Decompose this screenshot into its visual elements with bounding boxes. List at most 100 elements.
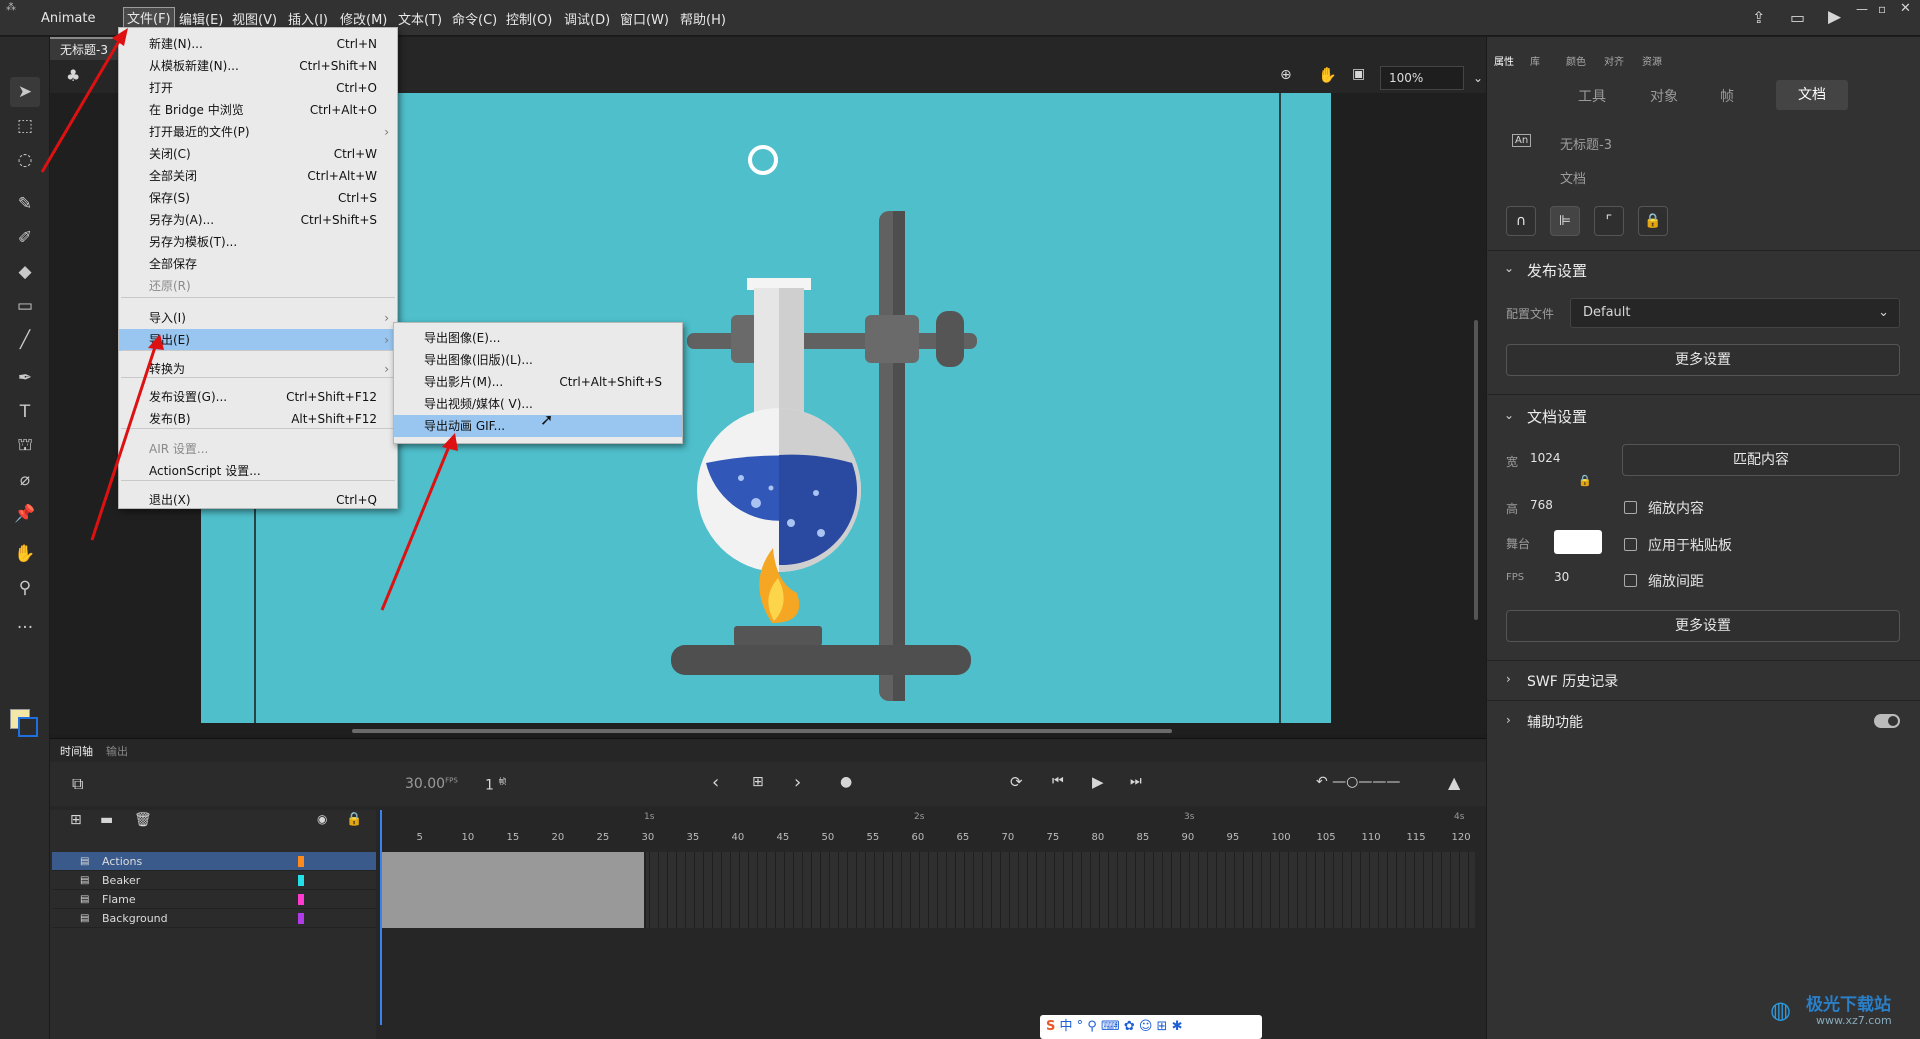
play-icon[interactable]: ▶ xyxy=(1092,773,1104,791)
tab-document[interactable]: 文档 xyxy=(1776,80,1848,110)
horizontal-scrollbar[interactable] xyxy=(352,729,1172,733)
menu-window[interactable]: 窗口(W) xyxy=(620,9,669,28)
collapse-chevron-icon[interactable]: ⌄ xyxy=(1504,408,1514,422)
file-menu-item[interactable]: 新建(N)... Ctrl+N xyxy=(119,33,397,55)
swf-history-title[interactable]: SWF 历史记录 xyxy=(1527,671,1618,691)
prev-keyframe-icon[interactable]: ‹ xyxy=(712,772,719,793)
rectangle-icon[interactable]: ▭ xyxy=(10,291,40,321)
zoom-select[interactable]: 100% ⌄ xyxy=(1380,66,1483,90)
share-icon[interactable]: ⇪ xyxy=(1752,8,1765,27)
clip-icon[interactable]: ▣ xyxy=(1352,66,1365,82)
file-menu-item[interactable]: ActionScript 设置... xyxy=(119,460,397,482)
mountain-icon[interactable]: ▲ xyxy=(1448,773,1460,792)
center-stage-icon[interactable]: ⊕ xyxy=(1280,67,1292,83)
accessibility-toggle[interactable] xyxy=(1874,714,1900,728)
scale-spacing-checkbox[interactable] xyxy=(1624,574,1637,587)
profile-select[interactable]: Default ⌄ xyxy=(1570,298,1900,328)
hand-icon[interactable]: ✋ xyxy=(10,539,40,569)
more-settings-button[interactable]: 更多设置 xyxy=(1506,344,1900,376)
export-menu-item[interactable]: 导出视频/媒体( V)... xyxy=(394,393,682,415)
file-menu-item[interactable]: 发布设置(G)... Ctrl+Shift+F12 xyxy=(119,386,397,408)
panel-tab[interactable]: 对齐 xyxy=(1604,53,1624,68)
snap-icon[interactable]: ∩ xyxy=(1506,206,1536,236)
file-menu-item[interactable]: 打开最近的文件(P) › xyxy=(119,121,397,143)
layer-row[interactable]: ▤ Flame xyxy=(52,890,376,909)
eyedropper-icon[interactable]: ⌀ xyxy=(10,465,40,495)
collapse-chevron-icon[interactable]: ⌄ xyxy=(1504,261,1514,275)
expand-chevron-icon[interactable]: › xyxy=(1506,713,1511,727)
document-tab[interactable]: 无标题-3 xyxy=(50,37,118,60)
panel-tab[interactable]: 属性 xyxy=(1494,53,1514,68)
text-tool-icon[interactable]: T xyxy=(10,397,40,427)
expand-chevron-icon[interactable]: › xyxy=(1506,672,1511,686)
pen-icon[interactable]: ✒ xyxy=(10,363,40,393)
ime-toolbar[interactable]: S 中 ° ⚲ ⌨ ✿ ☺ ⊞ ✱ xyxy=(1040,1015,1262,1039)
corner-icon[interactable]: ⌜ xyxy=(1594,206,1624,236)
file-menu-item[interactable]: 在 Bridge 中浏览 Ctrl+Alt+O xyxy=(119,99,397,121)
doc-more-settings-button[interactable]: 更多设置 xyxy=(1506,610,1900,642)
menu-modify[interactable]: 修改(M) xyxy=(340,9,387,28)
file-menu-item[interactable]: 保存(S) Ctrl+S xyxy=(119,187,397,209)
file-menu-item[interactable]: 另存为(A)... Ctrl+Shift+S xyxy=(119,209,397,231)
tab-frame[interactable]: 帧 xyxy=(1720,86,1734,106)
free-transform-icon[interactable]: ⬚ xyxy=(10,111,40,141)
menu-control[interactable]: 控制(O) xyxy=(506,9,552,28)
play-test-icon[interactable]: ▶ xyxy=(1828,7,1841,27)
zoom-icon[interactable]: ⚲ xyxy=(10,573,40,603)
tab-tools[interactable]: 工具 xyxy=(1578,86,1606,106)
file-menu-item[interactable]: AIR 设置... xyxy=(119,438,397,460)
publish-settings-title[interactable]: 发布设置 xyxy=(1527,260,1587,281)
menu-help[interactable]: 帮助(H) xyxy=(680,9,726,28)
panel-tab[interactable]: 颜色 xyxy=(1566,53,1586,68)
file-menu-item[interactable]: 另存为模板(T)... xyxy=(119,231,397,253)
paste-checkbox[interactable] xyxy=(1624,538,1637,551)
playhead[interactable] xyxy=(380,810,382,1025)
doc-settings-title[interactable]: 文档设置 xyxy=(1527,406,1587,427)
layer-row[interactable]: ▤ Actions xyxy=(52,852,376,871)
next-keyframe-icon[interactable]: › xyxy=(794,772,801,793)
export-menu-item[interactable]: 导出动画 GIF... xyxy=(394,415,682,437)
export-menu-item[interactable]: 导出影片(M)... Ctrl+Alt+Shift+S xyxy=(394,371,682,393)
scene-icon[interactable]: ♣ xyxy=(66,66,80,85)
step-forward-icon[interactable]: ⏭ xyxy=(1130,774,1142,789)
layer-color-swatch[interactable] xyxy=(298,913,304,924)
rotate-icon[interactable]: ✋ xyxy=(1318,66,1337,84)
menu-commands[interactable]: 命令(C) xyxy=(452,9,497,28)
file-menu-item[interactable]: 从模板新建(N)... Ctrl+Shift+N xyxy=(119,55,397,77)
file-menu-item[interactable]: 打开 Ctrl+O xyxy=(119,77,397,99)
line-icon[interactable]: ╱ xyxy=(10,325,40,355)
minimize-button[interactable]: — xyxy=(1856,2,1868,16)
export-menu-item[interactable]: 导出图像(旧版)(L)... xyxy=(394,349,682,371)
file-menu-item[interactable]: 全部保存 xyxy=(119,253,397,275)
match-contents-button[interactable]: 匹配内容 xyxy=(1622,444,1900,476)
file-menu-item[interactable]: 发布(B) Alt+Shift+F12 xyxy=(119,408,397,430)
menu-view[interactable]: 视图(V) xyxy=(232,9,277,28)
fps-value[interactable]: 30 xyxy=(1554,570,1569,584)
file-menu-item[interactable]: 导入(I) › xyxy=(119,307,397,329)
onion-skin-icon[interactable]: ● xyxy=(840,774,852,790)
timeline-tab[interactable]: 时间轴 xyxy=(60,743,93,759)
insert-keyframe-icon[interactable]: ⊞ xyxy=(752,774,764,790)
more-tools-icon[interactable]: ··· xyxy=(10,613,40,643)
fill-color-swatch[interactable] xyxy=(18,717,38,737)
height-value[interactable]: 768 xyxy=(1530,498,1553,512)
vertical-scrollbar[interactable] xyxy=(1474,320,1478,620)
file-menu-item[interactable]: 全部关闭 Ctrl+Alt+W xyxy=(119,165,397,187)
layer-row[interactable]: ▤ Beaker xyxy=(52,871,376,890)
layer-color-swatch[interactable] xyxy=(298,875,304,886)
lock-icon[interactable]: 🔒 xyxy=(1638,206,1668,236)
new-layer-icon[interactable]: ⊞ xyxy=(70,812,82,828)
menu-debug[interactable]: 调试(D) xyxy=(564,9,610,28)
paint-bucket-icon[interactable]: ⛫ xyxy=(10,431,40,461)
tab-object[interactable]: 对象 xyxy=(1650,86,1678,106)
panel-tab[interactable]: 库 xyxy=(1530,53,1540,68)
maximize-button[interactable]: ▫ xyxy=(1878,2,1886,16)
pin-icon[interactable]: 📌 xyxy=(10,499,40,529)
eraser-icon[interactable]: ◆ xyxy=(10,257,40,287)
scale-content-checkbox[interactable] xyxy=(1624,501,1637,514)
accessibility-title[interactable]: 辅助功能 xyxy=(1527,712,1583,732)
lock-all-icon[interactable]: 🔒 xyxy=(346,812,362,827)
fps-display[interactable]: 30.00FPS xyxy=(405,776,458,792)
layer-color-swatch[interactable] xyxy=(298,856,304,867)
file-menu-item[interactable]: 导出(E) › xyxy=(119,329,397,351)
